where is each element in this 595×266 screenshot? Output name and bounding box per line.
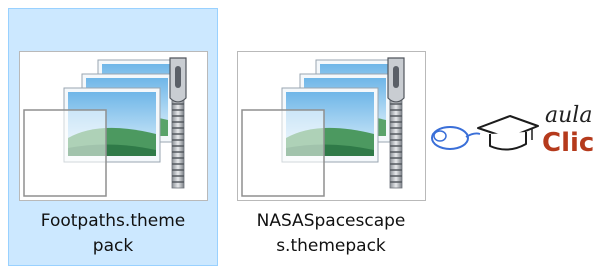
file-item-footpaths[interactable]: Footpaths.theme pack [8,8,218,266]
file-name-label: Footpaths.theme pack [40,211,186,256]
file-thumbnail [19,51,208,201]
file-item-nasaspacescapes[interactable]: NASASpacescape s.themepack [226,8,436,266]
file-thumbnail [237,51,426,201]
themepack-zip-icon [241,57,405,197]
file-name-label: NASASpacescape s.themepack [256,211,406,256]
themepack-zip-icon [23,57,187,197]
logo-text-aula: aula [545,103,593,128]
aulaclic-logo: aula Clic [428,100,595,170]
logo-text-clic: Clic [542,128,595,158]
mouse-graduation-cap-icon [431,115,539,151]
